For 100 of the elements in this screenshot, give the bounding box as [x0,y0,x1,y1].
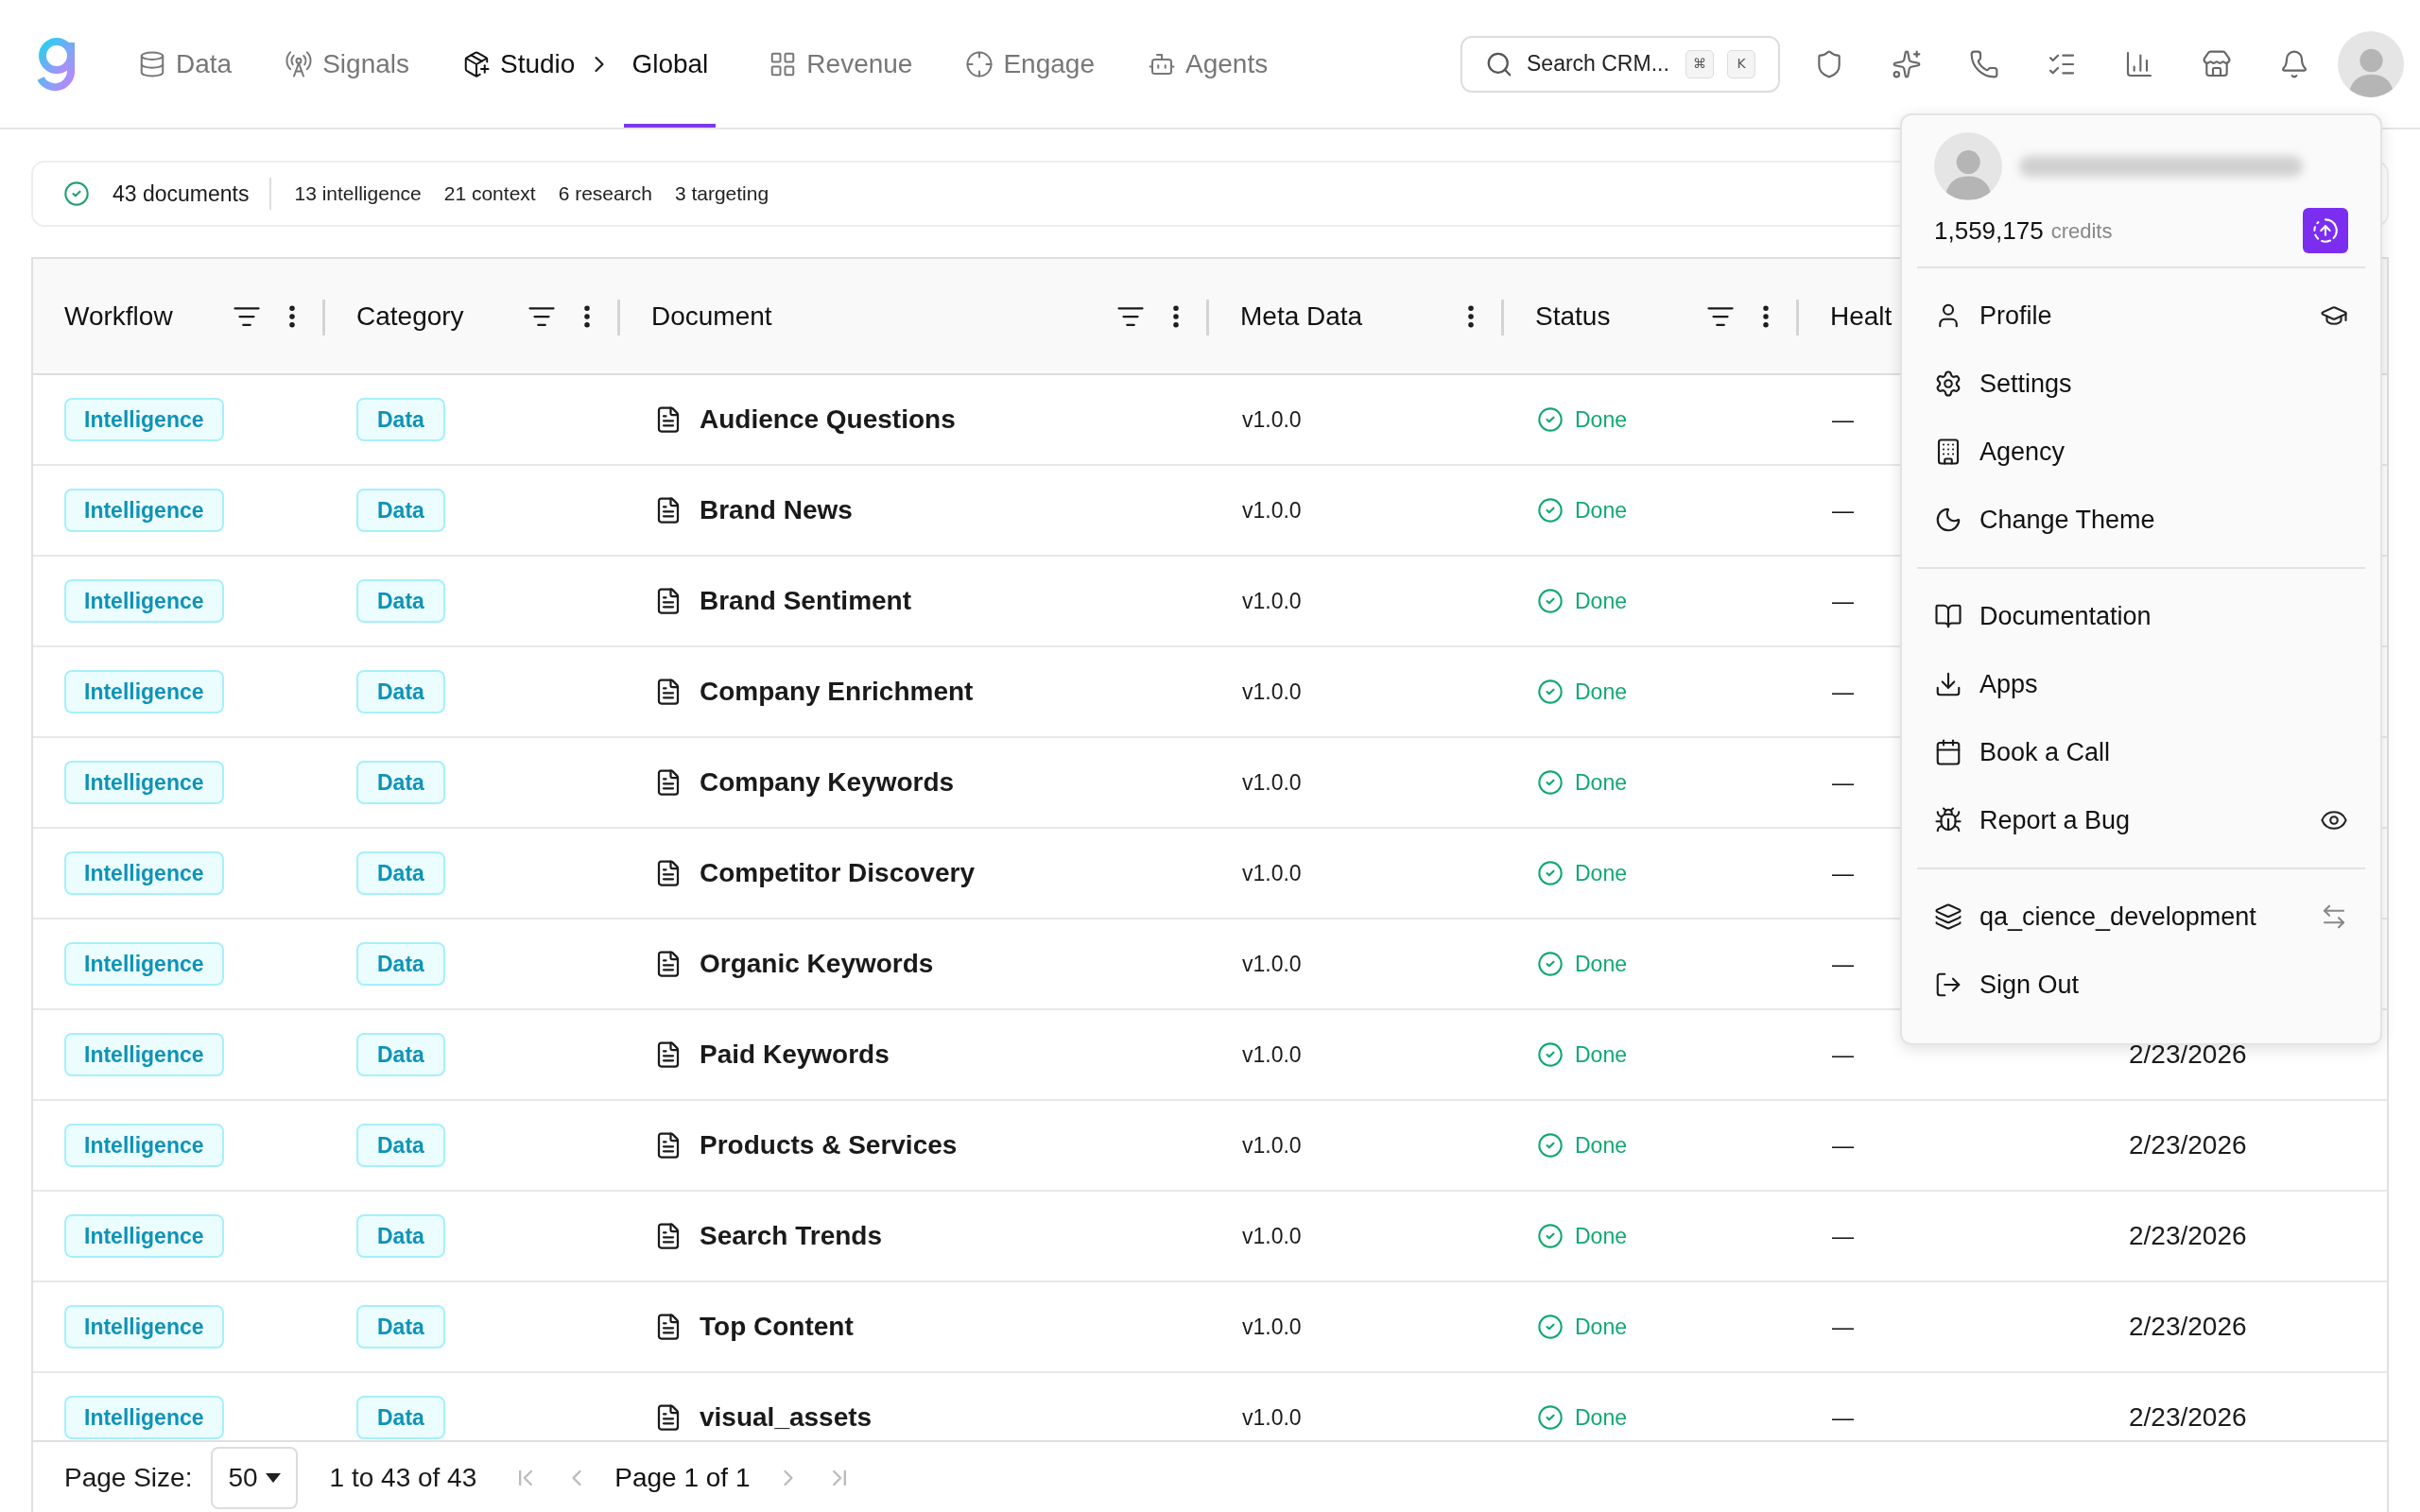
check-circle-icon [1537,1404,1564,1431]
sparkles-icon[interactable] [1892,48,1922,79]
upgrade-button[interactable] [2303,208,2348,253]
status-text: Done [1575,950,1627,978]
bell-icon[interactable] [2279,48,2309,79]
status-text: Done [1575,405,1627,434]
workflow-tag: Intelligence [64,1123,224,1168]
menu-item[interactable]: qa_cience_development [1917,883,2365,951]
status-text: Done [1575,1403,1627,1432]
date-cell: 2/23/2026 [2129,1402,2247,1432]
moon-icon [1934,506,1962,534]
nav-item[interactable]: Engage [965,43,1095,84]
table-cell: v1.0.0 [1242,588,1302,613]
menu-item[interactable]: Report a Bug [1917,786,2365,854]
document-name[interactable]: Products & Services [700,1125,958,1165]
status-text: Done [1575,1040,1627,1069]
category-tag: Data [356,760,445,805]
menu-item[interactable]: Apps [1917,650,2365,718]
table-cell: — [1832,1132,1854,1158]
workflow-tag: Intelligence [64,1395,224,1440]
calendar-icon [1934,738,1962,766]
document-name[interactable]: Brand News [700,490,853,530]
status-text: Done [1575,587,1627,615]
phone-icon[interactable] [1969,48,1999,79]
table-cell: — [1832,497,1854,523]
table-cell: v1.0.0 [1242,497,1302,523]
page-size-label: Page Size: [64,1462,193,1494]
menu-item[interactable]: Change Theme [1917,486,2365,554]
table-cell: v1.0.0 [1242,951,1302,976]
document-name[interactable]: visual_assets [700,1398,873,1437]
row-range: 1 to 43 of 43 [329,1462,477,1494]
table-cell: v1.0.0 [1242,1041,1302,1067]
check-circle-icon [1537,588,1564,614]
document-name[interactable]: Company Keywords [700,763,955,802]
document-name[interactable]: Search Trends [700,1216,882,1256]
status-text: Done [1575,678,1627,706]
check-circle-icon [1537,406,1564,433]
check-circle-icon [1537,769,1564,796]
column-header[interactable]: Category [325,259,620,373]
caret-icon [265,1473,281,1483]
store-icon[interactable] [2202,48,2232,79]
search-field[interactable]: Search CRM... ⌘ K [1461,35,1780,93]
breadcrumb-tab[interactable]: Global [624,0,717,128]
check-circle-icon [63,180,90,207]
settings-icon [1934,369,1962,398]
credits-label: credits [2050,217,2114,245]
status-text: Done [1575,496,1627,524]
menu-item[interactable]: Sign Out [1917,951,2365,1019]
workflow-tag: Intelligence [64,850,224,896]
table-cell: v1.0.0 [1242,860,1302,885]
table-cell: — [1832,406,1854,432]
table-cell: v1.0.0 [1242,1132,1302,1158]
category-tag: Data [356,1213,445,1259]
column-header[interactable]: Meta Data [1209,259,1504,373]
check-circle-icon [1537,1223,1564,1249]
document-name[interactable]: Brand Sentiment [700,581,912,621]
menu-item[interactable]: Documentation [1917,582,2365,650]
column-header[interactable]: Workflow [33,259,325,373]
table-cell: v1.0.0 [1242,679,1302,704]
category-tag: Data [356,1032,445,1077]
package-icon [462,49,491,78]
category-count: 13 intelligence [294,181,422,207]
menu-item[interactable]: Book a Call [1917,718,2365,786]
nav-item[interactable]: Data [138,43,233,84]
bug-icon [1934,806,1962,834]
document-name[interactable]: Audience Questions [700,400,956,439]
crosshair-icon [965,49,994,78]
document-name[interactable]: Organic Keywords [700,944,934,984]
nav-item[interactable]: Agents [1148,43,1269,84]
document-name[interactable]: Company Enrichment [700,672,974,712]
menu-item[interactable]: Profile [1917,282,2365,350]
upload-circle-icon [2312,217,2339,244]
document-name[interactable]: Paid Keywords [700,1035,890,1074]
table-cell: — [1832,1223,1854,1248]
layers-icon [1934,902,1962,931]
document-name[interactable]: Top Content [700,1307,854,1347]
category-tag: Data [356,1123,445,1168]
nav-item[interactable]: Revenue [769,43,913,84]
date-cell: 2/23/2026 [2129,1221,2247,1250]
date-cell: 2/23/2026 [2129,1312,2247,1341]
shortcut-key: ⌘ [1685,49,1714,78]
antenna-icon [285,49,314,78]
date-cell: 2/23/2026 [2129,1130,2247,1160]
check-circle-icon [1537,497,1564,524]
shortcut-key: K [1727,49,1755,78]
document-name[interactable]: Competitor Discovery [700,853,975,893]
column-header[interactable]: Document [620,259,1209,373]
nav-item[interactable]: Signals [285,43,409,84]
page-indicator: Page 1 of 1 [614,1462,751,1494]
page-size-select[interactable]: 50 [211,1447,298,1509]
category-count: 3 targeting [674,181,769,207]
workflow-tag: Intelligence [64,669,224,714]
nav-item[interactable]: Studio [462,43,576,84]
menu-item[interactable]: Settings [1917,350,2365,418]
menu-item[interactable]: Agency [1917,418,2365,486]
category-tag: Data [356,850,445,896]
table-cell: v1.0.0 [1242,1314,1302,1339]
document-count: 43 documents [112,177,272,211]
category-tag: Data [356,669,445,714]
column-header[interactable]: Status [1504,259,1799,373]
